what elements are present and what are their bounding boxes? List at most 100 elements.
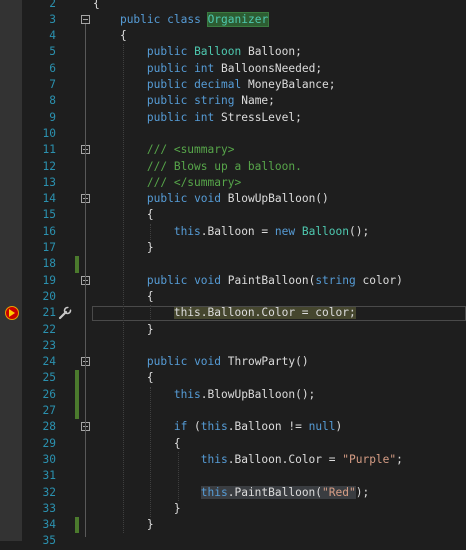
quick-action-wrench-icon[interactable] xyxy=(57,305,73,321)
code-line[interactable]: 34 } xyxy=(0,517,466,534)
code-text[interactable]: public string Name; xyxy=(93,93,275,109)
line-number[interactable]: 32 xyxy=(22,485,56,501)
change-tracking-marker xyxy=(75,370,79,387)
code-text[interactable]: public int BalloonsNeeded; xyxy=(93,61,322,77)
line-number[interactable]: 31 xyxy=(22,468,56,484)
line-number[interactable]: 12 xyxy=(22,159,56,175)
code-text[interactable]: if (this.Balloon != null) xyxy=(93,419,342,435)
line-number[interactable]: 25 xyxy=(22,370,56,386)
code-text[interactable]: this.BlowUpBalloon(); xyxy=(93,387,315,403)
code-line[interactable]: 27 xyxy=(0,403,466,420)
code-line[interactable]: 28 if (this.Balloon != null) xyxy=(0,419,466,435)
code-token: MoneyBalance; xyxy=(241,78,336,91)
line-number[interactable]: 9 xyxy=(22,110,56,126)
line-number[interactable]: 34 xyxy=(22,517,56,533)
code-line[interactable]: 23 xyxy=(0,338,466,354)
code-line[interactable]: 11 /// <summary> xyxy=(0,142,466,158)
code-token: Organizer xyxy=(206,11,270,27)
line-number[interactable]: 24 xyxy=(22,354,56,370)
code-line[interactable]: 33 } xyxy=(0,501,466,517)
code-line[interactable]: 19 public void PaintBalloon(string color… xyxy=(0,273,466,289)
code-line[interactable]: 30 this.Balloon.Color = "Purple"; xyxy=(0,452,466,468)
code-text[interactable]: } xyxy=(93,501,181,517)
code-line[interactable]: 31 xyxy=(0,468,466,484)
line-number[interactable]: 27 xyxy=(22,403,56,419)
code-text[interactable]: this.Balloon = new Balloon(); xyxy=(93,224,369,240)
line-number[interactable]: 33 xyxy=(22,501,56,517)
code-line[interactable]: 24 public void ThrowParty() xyxy=(0,354,466,370)
code-line[interactable]: 16 this.Balloon = new Balloon(); xyxy=(0,224,466,240)
code-text[interactable]: /// </summary> xyxy=(93,175,241,191)
code-text[interactable]: public decimal MoneyBalance; xyxy=(93,77,336,93)
code-line[interactable]: 5 public Balloon Balloon; xyxy=(0,44,466,60)
line-number[interactable]: 7 xyxy=(22,77,56,93)
code-text[interactable]: this.Balloon.Color = "Purple"; xyxy=(93,452,403,468)
line-number[interactable]: 10 xyxy=(22,126,56,142)
line-number[interactable]: 20 xyxy=(22,289,56,305)
line-number[interactable]: 5 xyxy=(22,44,56,60)
line-number[interactable]: 4 xyxy=(22,28,56,44)
line-number[interactable]: 35 xyxy=(22,533,56,549)
code-line[interactable]: 25 { xyxy=(0,370,466,387)
line-number[interactable]: 11 xyxy=(22,142,56,158)
line-number[interactable]: 29 xyxy=(22,436,56,452)
code-line[interactable]: 14 public void BlowUpBalloon() xyxy=(0,191,466,207)
code-text[interactable]: public class Organizer xyxy=(93,11,270,28)
code-token: this xyxy=(200,452,228,466)
code-line[interactable]: 26 this.BlowUpBalloon(); xyxy=(0,386,466,403)
code-line[interactable]: 8 public string Name; xyxy=(0,93,466,109)
code-line[interactable]: 9 public int StressLevel; xyxy=(0,110,466,126)
code-token: public xyxy=(146,273,188,287)
indent-guide xyxy=(178,451,180,501)
line-number[interactable]: 14 xyxy=(22,191,56,207)
code-text[interactable]: public void PaintBalloon(string color) xyxy=(93,273,403,289)
line-number[interactable]: 13 xyxy=(22,175,56,191)
line-number[interactable]: 22 xyxy=(22,322,56,338)
code-line[interactable]: 20 { xyxy=(0,289,466,305)
line-number[interactable]: 17 xyxy=(22,240,56,256)
code-line[interactable]: 10 xyxy=(0,126,466,142)
line-number[interactable]: 8 xyxy=(22,93,56,109)
line-number[interactable]: 16 xyxy=(22,224,56,240)
code-line[interactable]: 18 xyxy=(0,256,466,273)
code-line[interactable]: 6 public int BalloonsNeeded; xyxy=(0,61,466,77)
line-number[interactable]: 15 xyxy=(22,207,56,223)
line-number[interactable]: 23 xyxy=(22,338,56,354)
line-number[interactable]: 19 xyxy=(22,273,56,289)
line-number[interactable]: 2 xyxy=(22,0,56,12)
code-line[interactable]: 17 } xyxy=(0,240,466,256)
code-line[interactable]: 29 { xyxy=(0,436,466,452)
line-number[interactable]: 28 xyxy=(22,419,56,435)
code-text[interactable]: public void ThrowParty() xyxy=(93,354,309,370)
code-text[interactable]: /// <summary> xyxy=(93,142,235,158)
code-text[interactable]: this.PaintBalloon("Red"); xyxy=(93,485,369,501)
code-line[interactable]: 2{ xyxy=(0,0,466,12)
code-line[interactable]: 13 /// </summary> xyxy=(0,175,466,191)
code-line[interactable]: 7 public decimal MoneyBalance; xyxy=(0,77,466,93)
code-text[interactable]: { xyxy=(93,0,100,12)
line-number[interactable]: 30 xyxy=(22,452,56,468)
code-line[interactable]: 22 } xyxy=(0,322,466,338)
code-line[interactable]: 12 /// Blows up a balloon. xyxy=(0,159,466,175)
line-number[interactable]: 6 xyxy=(22,61,56,77)
code-line[interactable]: 35 xyxy=(0,533,466,549)
code-editor[interactable]: 2{3 public class Organizer 4 {5 public Ba… xyxy=(0,0,466,547)
line-number[interactable]: 3 xyxy=(22,12,56,28)
code-text[interactable]: public void BlowUpBalloon() xyxy=(93,191,329,207)
code-token: public xyxy=(146,45,188,59)
code-line[interactable]: 15 { xyxy=(0,207,466,223)
code-line[interactable]: 3 public class Organizer xyxy=(0,11,466,28)
line-number[interactable]: 26 xyxy=(22,387,56,403)
code-text[interactable]: { xyxy=(93,28,127,44)
code-token: this xyxy=(173,224,201,238)
collapse-toggle-icon[interactable] xyxy=(81,14,90,24)
code-line[interactable]: 32 this.PaintBalloon("Red"); xyxy=(0,485,466,501)
code-line[interactable]: 4 { xyxy=(0,28,466,44)
line-number[interactable]: 21 xyxy=(22,305,56,321)
code-token: int xyxy=(194,61,215,75)
line-number[interactable]: 18 xyxy=(22,256,56,272)
code-token: ; xyxy=(396,452,403,466)
code-text[interactable]: { xyxy=(93,436,181,452)
